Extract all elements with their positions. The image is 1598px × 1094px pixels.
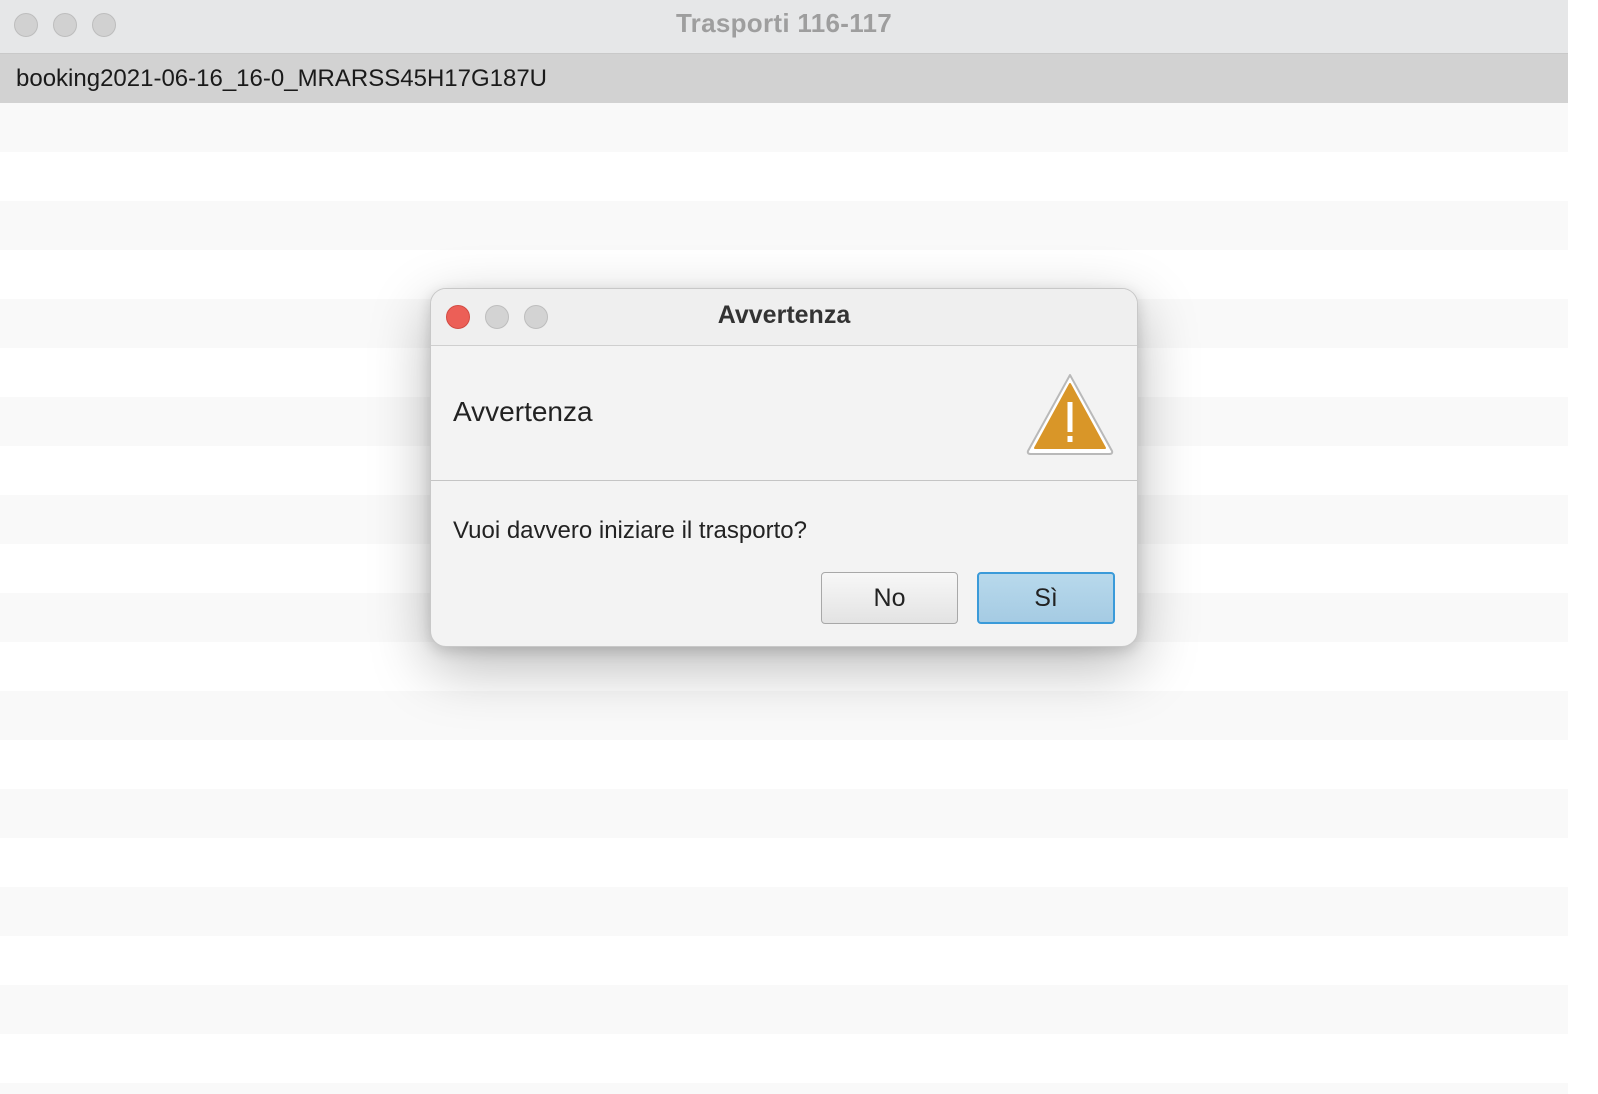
window-titlebar: Trasporti 116-117 <box>0 0 1568 54</box>
warning-dialog: Avvertenza Avvertenza Vuoi davvero inizi… <box>430 288 1138 647</box>
empty-list-row <box>0 838 1568 887</box>
empty-list-row <box>0 152 1568 201</box>
empty-list-row <box>0 103 1568 152</box>
empty-list-row <box>0 789 1568 838</box>
no-button[interactable]: No <box>821 572 958 624</box>
empty-list-row <box>0 887 1568 936</box>
window-edge <box>1568 0 1598 1094</box>
empty-list-row <box>0 1083 1568 1094</box>
empty-list-row <box>0 985 1568 1034</box>
list-item[interactable]: booking2021-06-16_16-0_MRARSS45H17G187U <box>0 54 1568 103</box>
warning-icon <box>1026 374 1114 455</box>
dialog-message: Vuoi davvero iniziare il trasporto? <box>453 517 807 544</box>
empty-list-row <box>0 642 1568 691</box>
dialog-header-text: Avvertenza <box>453 396 593 427</box>
window-title: Trasporti 116-117 <box>675 8 893 38</box>
yes-button[interactable]: Sì <box>977 572 1115 624</box>
empty-list-row <box>0 1034 1568 1083</box>
dialog-header: Avvertenza <box>431 346 1137 481</box>
empty-list-row <box>0 740 1568 789</box>
empty-list-row <box>0 201 1568 250</box>
dialog-titlebar: Avvertenza <box>431 289 1137 346</box>
empty-list-row <box>0 936 1568 985</box>
dialog-title: Avvertenza <box>717 301 851 329</box>
empty-list-row <box>0 691 1568 740</box>
